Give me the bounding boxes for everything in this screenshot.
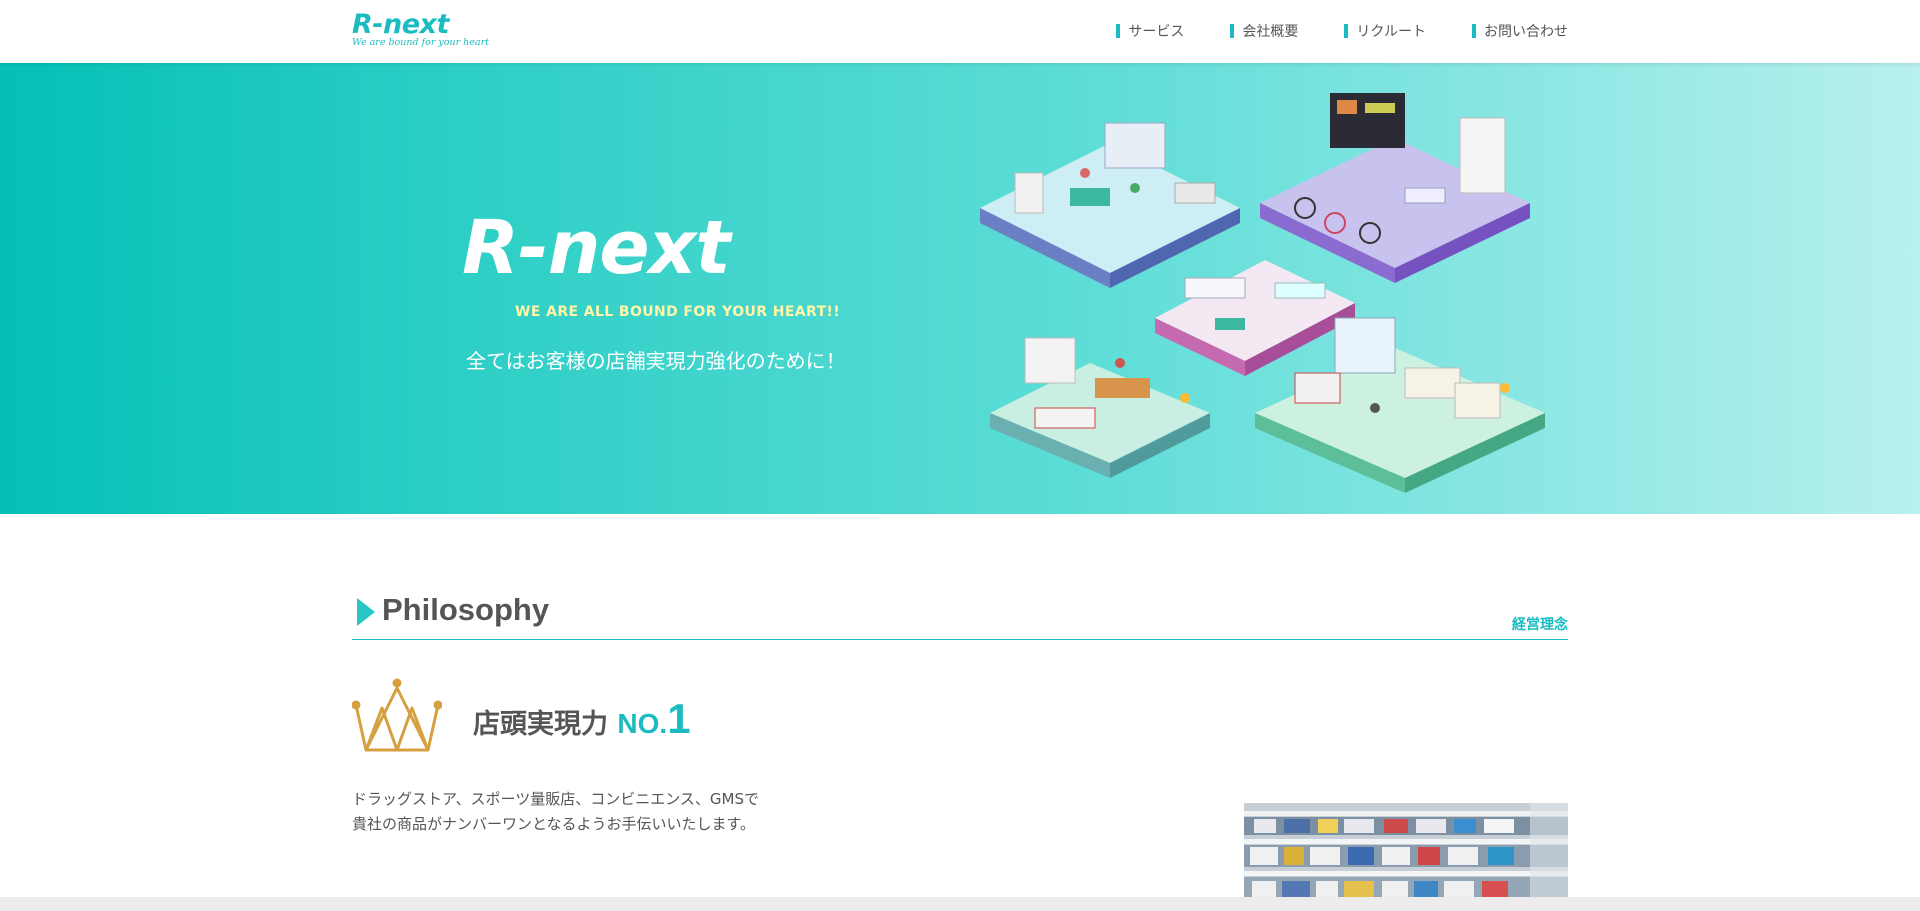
nav-marker [1472,24,1476,38]
nav-item-service[interactable]: サービス [1116,22,1184,40]
nav-marker [1230,24,1235,38]
main-nav: サービス 会社概要 リクルート お問い合わせ [1070,22,1568,40]
nav-label: サービス [1128,24,1185,40]
nav-label: 会社概要 [1242,24,1299,40]
section-subtitle: 経営理念 [1512,617,1568,633]
site-logo[interactable]: R-next We are bound for your heart [352,9,492,52]
store-tile-sports [1260,93,1530,283]
section-title: Philosophy [382,592,550,627]
feature-title: 店頭実現力 [473,709,608,740]
crown-icon [352,678,442,752]
nav-label: お問い合わせ [1484,24,1568,40]
logo-wordmark: R-next [352,9,449,40]
nav-label: リクルート [1356,24,1426,40]
section-heading: Philosophy 経営理念 [352,590,1568,640]
feature-rank-prefix: NO. [617,708,668,739]
page-bottom-strip [0,897,1920,911]
hero-tagline: WE ARE ALL BOUND FOR YOUR HEART!! [515,304,841,320]
feature-rank-number: 1 [667,695,691,742]
site-header: R-next We are bound for your heart サービス … [0,0,1920,63]
feature-heading: 店頭実現力 NO.1 [473,695,691,743]
triangle-arrow-icon [357,598,375,626]
hero-logo: R-next [462,205,731,291]
logo-slogan: We are bound for your heart [352,37,489,48]
store-tile-pharmacy [980,122,1240,288]
feature-description: ドラッグストア、スポーツ量販店、コンビニエンス、GMSで 貴社の商品がナンバーワ… [352,787,759,837]
description-line: ドラッグストア、スポーツ量販店、コンビニエンス、GMSで [352,790,759,808]
nav-marker [1344,24,1349,38]
hero-banner: R-next WE ARE ALL BOUND FOR YOUR HEART!!… [0,63,1920,514]
nav-item-company[interactable]: 会社概要 [1230,22,1298,40]
description-line: 貴社の商品がナンバーワンとなるようお手伝いいたします。 [352,815,756,833]
nav-item-recruit[interactable]: リクルート [1344,22,1426,40]
store-tile-drugstore [1155,260,1355,376]
store-shelf-photo [1244,803,1568,911]
nav-marker [1116,24,1121,38]
store-tile-supermarket [990,337,1210,478]
isometric-stores-illustration [980,93,1545,493]
hero-catchcopy: 全てはお客様の店舗実現力強化のために！ [466,349,846,373]
nav-item-contact[interactable]: お問い合わせ [1472,22,1568,40]
